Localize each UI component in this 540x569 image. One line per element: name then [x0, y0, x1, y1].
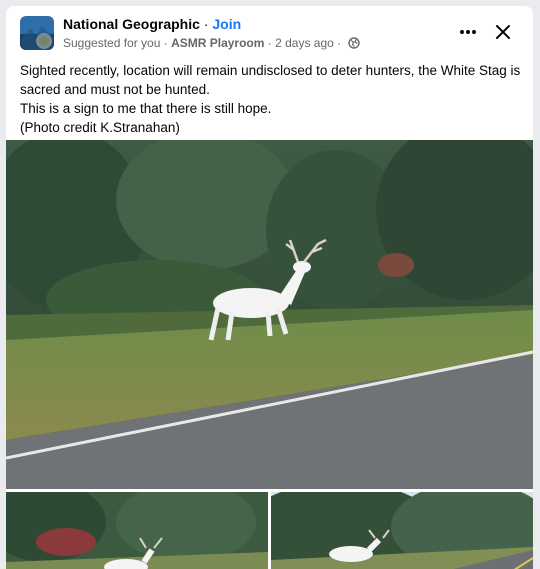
post-card: National Geographic · Join Suggested for… — [6, 6, 533, 569]
post-photo-thumbnail[interactable] — [6, 482, 268, 569]
post-text: Sighted recently, location will remain u… — [20, 61, 525, 137]
more-options-icon — [460, 30, 476, 34]
close-button[interactable] — [492, 21, 514, 43]
close-icon — [496, 25, 510, 39]
page-name-link[interactable]: National Geographic — [63, 16, 200, 32]
post-author: National Geographic · Join — [63, 16, 241, 32]
more-options-button[interactable] — [455, 21, 481, 43]
suggested-label: Suggested for you · — [63, 36, 172, 50]
post-header: National Geographic · Join Suggested for… — [6, 6, 533, 58]
post-text-line: This is a sign to me that there is still… — [20, 101, 272, 116]
name-separator: · — [199, 16, 213, 32]
page-avatar[interactable] — [20, 16, 54, 50]
post-meta: Suggested for you · ASMR Playroom · 2 da… — [63, 36, 360, 52]
globe-icon — [347, 37, 360, 52]
group-link[interactable]: ASMR Playroom — [171, 36, 264, 50]
post-text-line: Sighted recently, location will remain u… — [20, 63, 521, 97]
post-timestamp[interactable]: · 2 days ago · — [264, 36, 341, 50]
post-text-line: (Photo credit K.Stranahan) — [20, 120, 180, 135]
post-photo-main[interactable] — [6, 120, 533, 489]
join-link[interactable]: Join — [212, 16, 241, 32]
post-photo-thumbnail[interactable] — [241, 482, 533, 569]
